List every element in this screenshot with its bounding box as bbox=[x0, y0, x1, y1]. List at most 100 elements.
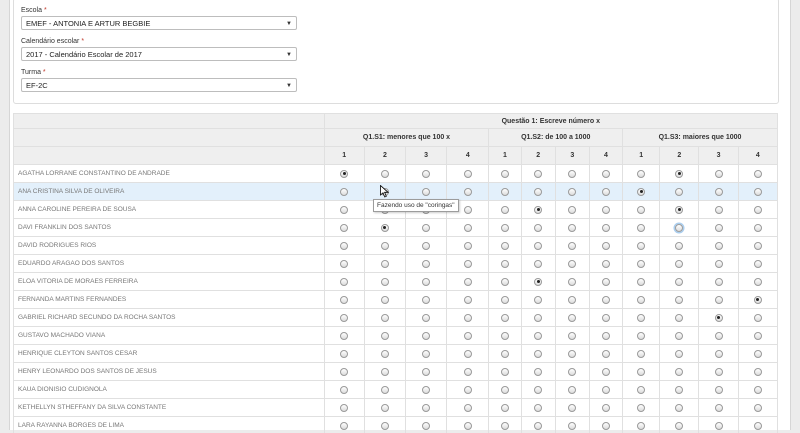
level-radio[interactable] bbox=[422, 188, 430, 196]
level-radio[interactable] bbox=[715, 314, 723, 322]
level-radio[interactable] bbox=[422, 368, 430, 376]
level-radio[interactable] bbox=[534, 422, 542, 430]
level-radio[interactable] bbox=[715, 368, 723, 376]
level-radio[interactable] bbox=[340, 314, 348, 322]
level-radio[interactable] bbox=[381, 278, 389, 286]
level-radio[interactable] bbox=[340, 206, 348, 214]
level-radio[interactable] bbox=[381, 422, 389, 430]
level-radio[interactable] bbox=[568, 206, 576, 214]
level-radio[interactable] bbox=[568, 386, 576, 394]
level-radio[interactable] bbox=[602, 350, 610, 358]
escola-select[interactable]: EMEF - ANTONIA E ARTUR BEGBIE ▼ bbox=[21, 16, 297, 30]
level-radio[interactable] bbox=[422, 422, 430, 430]
level-radio[interactable] bbox=[501, 170, 509, 178]
level-radio[interactable] bbox=[422, 386, 430, 394]
level-radio[interactable] bbox=[534, 260, 542, 268]
level-radio[interactable] bbox=[715, 206, 723, 214]
level-radio[interactable] bbox=[602, 188, 610, 196]
level-radio[interactable] bbox=[501, 242, 509, 250]
level-radio[interactable] bbox=[340, 278, 348, 286]
level-radio[interactable] bbox=[715, 404, 723, 412]
level-radio[interactable] bbox=[754, 386, 762, 394]
level-radio[interactable] bbox=[675, 242, 683, 250]
level-radio[interactable] bbox=[568, 422, 576, 430]
level-radio[interactable] bbox=[637, 368, 645, 376]
level-radio[interactable] bbox=[501, 350, 509, 358]
level-radio[interactable] bbox=[715, 260, 723, 268]
level-radio[interactable] bbox=[501, 260, 509, 268]
level-radio[interactable] bbox=[715, 224, 723, 232]
level-radio[interactable] bbox=[637, 242, 645, 250]
level-radio[interactable] bbox=[464, 170, 472, 178]
level-radio[interactable] bbox=[381, 296, 389, 304]
level-radio[interactable] bbox=[340, 188, 348, 196]
level-radio[interactable] bbox=[501, 314, 509, 322]
level-radio[interactable] bbox=[534, 296, 542, 304]
level-radio[interactable] bbox=[754, 188, 762, 196]
level-radio[interactable] bbox=[602, 404, 610, 412]
level-radio[interactable] bbox=[754, 368, 762, 376]
level-radio[interactable] bbox=[568, 188, 576, 196]
level-radio[interactable] bbox=[715, 422, 723, 430]
level-radio[interactable] bbox=[675, 386, 683, 394]
level-radio[interactable] bbox=[602, 332, 610, 340]
level-radio[interactable] bbox=[568, 314, 576, 322]
level-radio[interactable] bbox=[568, 224, 576, 232]
level-radio[interactable] bbox=[381, 242, 389, 250]
level-radio[interactable] bbox=[754, 170, 762, 178]
level-radio[interactable] bbox=[422, 314, 430, 322]
level-radio[interactable] bbox=[637, 422, 645, 430]
level-radio[interactable] bbox=[534, 386, 542, 394]
level-radio[interactable] bbox=[422, 242, 430, 250]
level-radio[interactable] bbox=[602, 224, 610, 232]
level-radio[interactable] bbox=[637, 206, 645, 214]
level-radio[interactable] bbox=[754, 206, 762, 214]
calendario-select[interactable]: 2017 - Calendário Escolar de 2017 ▼ bbox=[21, 47, 297, 61]
level-radio[interactable] bbox=[501, 404, 509, 412]
level-radio[interactable] bbox=[381, 170, 389, 178]
level-radio[interactable] bbox=[464, 314, 472, 322]
level-radio[interactable] bbox=[602, 368, 610, 376]
level-radio[interactable] bbox=[340, 242, 348, 250]
level-radio[interactable] bbox=[637, 314, 645, 322]
level-radio[interactable] bbox=[754, 260, 762, 268]
level-radio[interactable] bbox=[464, 206, 472, 214]
level-radio[interactable] bbox=[501, 224, 509, 232]
level-radio[interactable] bbox=[422, 350, 430, 358]
level-radio[interactable] bbox=[381, 404, 389, 412]
level-radio[interactable] bbox=[534, 368, 542, 376]
level-radio[interactable] bbox=[422, 296, 430, 304]
level-radio[interactable] bbox=[340, 422, 348, 430]
level-radio[interactable] bbox=[534, 350, 542, 358]
level-radio[interactable] bbox=[340, 404, 348, 412]
level-radio[interactable] bbox=[464, 188, 472, 196]
level-radio[interactable] bbox=[422, 404, 430, 412]
level-radio[interactable] bbox=[422, 332, 430, 340]
level-radio[interactable] bbox=[340, 368, 348, 376]
level-radio[interactable] bbox=[675, 404, 683, 412]
level-radio[interactable] bbox=[675, 224, 683, 232]
level-radio[interactable] bbox=[501, 386, 509, 394]
level-radio[interactable] bbox=[568, 350, 576, 358]
level-radio[interactable] bbox=[464, 368, 472, 376]
level-radio[interactable] bbox=[340, 350, 348, 358]
level-radio[interactable] bbox=[602, 206, 610, 214]
level-radio[interactable] bbox=[715, 332, 723, 340]
level-radio[interactable] bbox=[675, 350, 683, 358]
level-radio[interactable] bbox=[464, 296, 472, 304]
level-radio[interactable] bbox=[568, 242, 576, 250]
level-radio[interactable] bbox=[464, 386, 472, 394]
level-radio[interactable] bbox=[754, 278, 762, 286]
level-radio[interactable] bbox=[534, 278, 542, 286]
level-radio[interactable] bbox=[754, 404, 762, 412]
level-radio[interactable] bbox=[381, 314, 389, 322]
level-radio[interactable] bbox=[422, 260, 430, 268]
level-radio[interactable] bbox=[602, 386, 610, 394]
level-radio[interactable] bbox=[534, 206, 542, 214]
level-radio[interactable] bbox=[602, 170, 610, 178]
level-radio[interactable] bbox=[534, 188, 542, 196]
level-radio[interactable] bbox=[534, 170, 542, 178]
level-radio[interactable] bbox=[501, 368, 509, 376]
level-radio[interactable] bbox=[602, 314, 610, 322]
level-radio[interactable] bbox=[715, 278, 723, 286]
